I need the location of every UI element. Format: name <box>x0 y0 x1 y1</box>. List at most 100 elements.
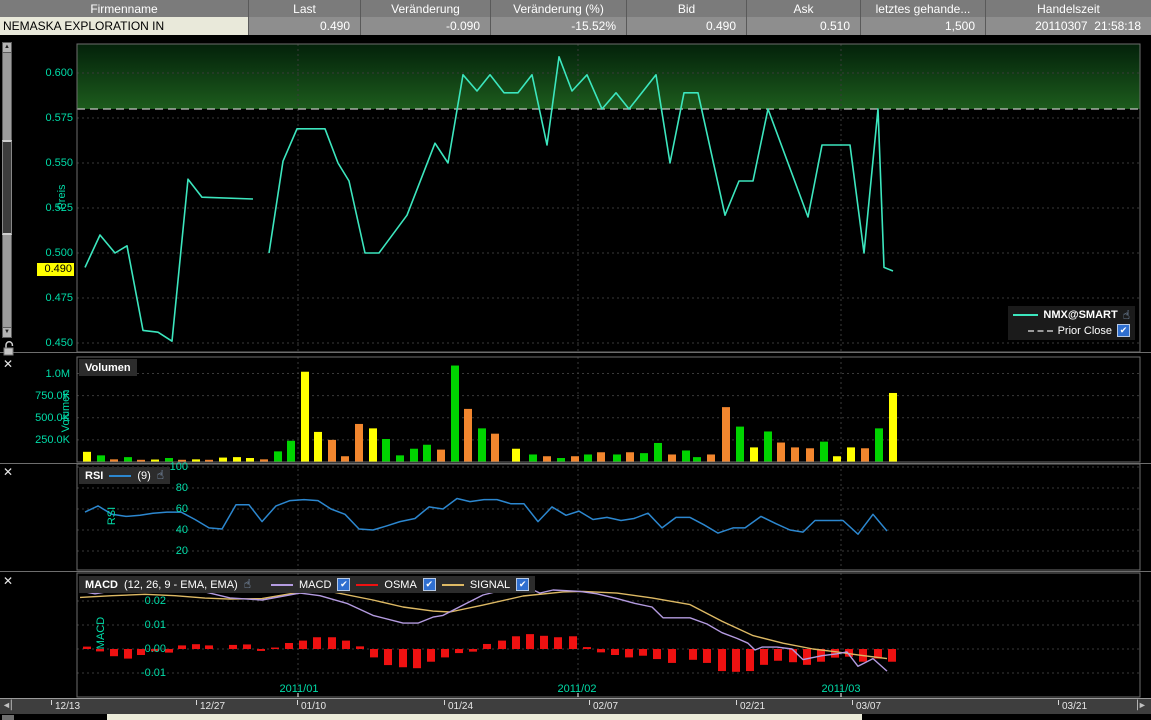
rsi-title-text: RSI <box>85 470 103 482</box>
osma-bar <box>165 649 173 653</box>
osma-bar <box>243 644 251 649</box>
legend-series-row: NMX@SMART ☝ <box>1013 309 1130 321</box>
osma-bar <box>732 649 740 672</box>
prior-close-checkbox[interactable]: ✔ <box>1117 324 1130 337</box>
time-axis-label: 02/21 <box>740 701 765 712</box>
volume-bar <box>557 458 565 462</box>
company-name-cell[interactable]: NEMASKA EXPLORATION IN <box>0 17 248 35</box>
osma-bar <box>441 649 449 657</box>
time-axis-tick <box>196 700 197 705</box>
rsi-axis-label: RSI <box>106 507 118 525</box>
time-axis[interactable]: 12/1312/2701/1001/2402/0702/2103/0703/21 <box>0 698 1151 714</box>
unlock-icon[interactable] <box>2 340 16 357</box>
macd-axis-label: MACD <box>95 617 107 649</box>
osma-bar <box>137 649 145 655</box>
osma-bar <box>469 649 477 652</box>
time-axis-tick <box>736 700 737 705</box>
col-header-handelszeit[interactable]: Handelszeit <box>985 0 1151 17</box>
volume-bar <box>750 447 758 462</box>
osma-bar <box>370 649 378 657</box>
volume-bar <box>328 440 336 462</box>
volume-bar <box>654 443 662 462</box>
volume-bar <box>626 452 634 462</box>
volume-bar <box>301 372 309 462</box>
volume-bar <box>889 393 897 462</box>
osma-bar <box>399 649 407 667</box>
macd-title-text: MACD <box>85 579 118 591</box>
volume-bar <box>512 449 520 462</box>
time-axis-tick <box>297 700 298 705</box>
pan-left-icon[interactable]: ◄▏ <box>2 700 18 711</box>
volume-bar <box>464 409 472 462</box>
col-header-veraenderung[interactable]: Veränderung <box>360 0 490 17</box>
macd-checkbox[interactable]: ✔ <box>337 578 350 591</box>
time-axis-label: 03/21 <box>1062 701 1087 712</box>
volume-bar <box>369 428 377 462</box>
col-header-bid[interactable]: Bid <box>626 0 746 17</box>
close-volume-panel-icon[interactable]: ✕ <box>3 357 13 371</box>
volume-bar <box>875 428 883 462</box>
pointing-hand-icon[interactable]: ☝ <box>1123 310 1130 321</box>
osma-bar <box>229 645 237 649</box>
osma-bar <box>746 649 754 671</box>
osma-legend-label: OSMA <box>384 579 416 591</box>
osma-bar <box>342 641 350 649</box>
osma-bar <box>760 649 768 665</box>
volume-bar <box>736 427 744 462</box>
pointing-hand-icon[interactable]: ☝ <box>157 470 164 481</box>
last-size-value-cell: 1,500 <box>860 17 985 35</box>
close-rsi-panel-icon[interactable]: ✕ <box>3 465 13 479</box>
vertical-scrollbar-thumb[interactable] <box>2 140 12 235</box>
osma-bar <box>356 646 364 649</box>
pan-right-icon[interactable]: ▕► <box>1131 700 1147 711</box>
bottom-edge-strip <box>107 714 862 720</box>
col-header-last[interactable]: Last <box>248 0 360 17</box>
trade-time-value-cell: 20110307 21:58:18 <box>985 17 1151 35</box>
volume-bar <box>597 452 605 462</box>
time-axis-tick <box>1058 700 1059 705</box>
volume-bar <box>861 448 869 462</box>
osma-bar <box>413 649 421 668</box>
time-axis-tick <box>444 700 445 705</box>
time-axis-tick <box>589 700 590 705</box>
rsi-period-label: (9) <box>137 470 150 482</box>
col-header-firmenname[interactable]: Firmenname <box>0 0 248 17</box>
volume-bar <box>437 450 445 462</box>
volume-bar <box>287 441 295 462</box>
scroll-down-button[interactable]: ▼ <box>2 327 12 338</box>
signal-checkbox[interactable]: ✔ <box>516 578 529 591</box>
osma-bar <box>554 637 562 649</box>
col-header-ask[interactable]: Ask <box>746 0 860 17</box>
chart-canvas[interactable] <box>0 0 1151 720</box>
scroll-up-button[interactable]: ▲ <box>2 42 12 53</box>
macd-line-swatch-icon <box>271 584 293 586</box>
osma-bar <box>569 636 577 649</box>
bottom-corner-chip <box>2 715 14 720</box>
volume-bar <box>233 457 241 462</box>
osma-bar <box>803 649 811 665</box>
time-axis-tick <box>51 700 52 705</box>
volume-bar <box>451 366 459 462</box>
price-legend: NMX@SMART ☝ Prior Close ✔ <box>1008 306 1135 340</box>
volume-bar <box>682 450 690 462</box>
osma-checkbox[interactable]: ✔ <box>423 578 436 591</box>
col-header-veraenderung-pct[interactable]: Veränderung (%) <box>490 0 626 17</box>
osma-bar <box>498 641 506 649</box>
pointing-hand-icon[interactable]: ☝ <box>244 579 251 590</box>
volume-bar <box>423 445 431 462</box>
osma-bar <box>789 649 797 662</box>
col-header-letztes-gehandelte[interactable]: letztes gehande... <box>860 0 985 17</box>
volume-bar <box>396 455 404 462</box>
volume-bar <box>165 458 173 462</box>
volume-bar <box>791 447 799 462</box>
close-macd-panel-icon[interactable]: ✕ <box>3 574 13 588</box>
price-line-swatch-icon <box>1013 314 1038 316</box>
signal-legend-label: SIGNAL <box>470 579 510 591</box>
osma-bar <box>597 649 605 652</box>
volume-bar <box>847 447 855 462</box>
legend-prior-close-row: Prior Close ✔ <box>1013 324 1130 337</box>
volume-axis-label: Volumen <box>60 390 72 433</box>
prior-close-label: Prior Close <box>1058 325 1112 337</box>
osma-bar <box>718 649 726 671</box>
time-axis-label: 01/10 <box>301 701 326 712</box>
